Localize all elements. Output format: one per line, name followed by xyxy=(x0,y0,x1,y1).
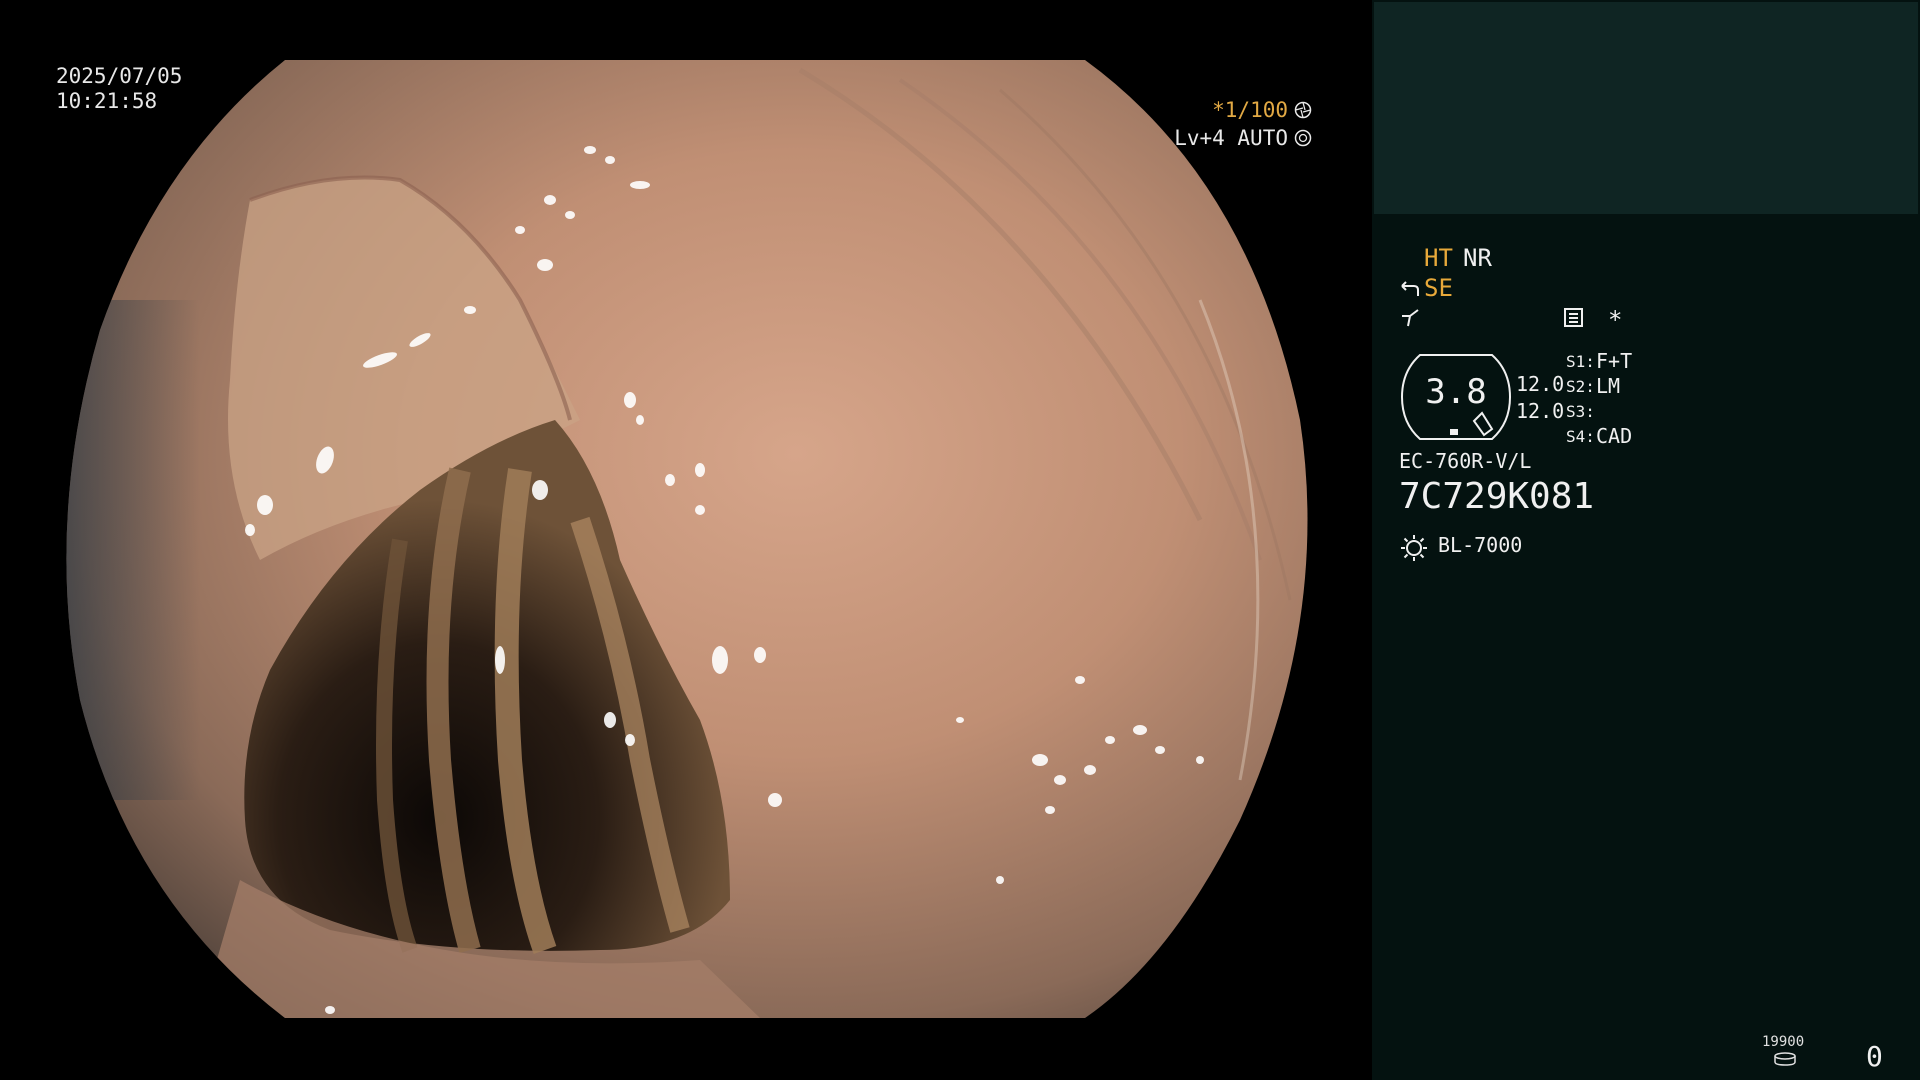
endoscopic-view xyxy=(66,60,1308,1018)
switch-4-value: CAD xyxy=(1596,424,1633,448)
gauge-value: 3.8 xyxy=(1425,372,1487,412)
se-indicator: SE xyxy=(1424,274,1453,302)
switch-1-key: S1: xyxy=(1566,352,1595,371)
switch-4-key: S4: xyxy=(1566,427,1595,446)
list-icon xyxy=(1564,308,1583,327)
shutter-speed-value: *1/100 xyxy=(1212,98,1288,122)
light-source-model: BL-7000 xyxy=(1438,533,1523,557)
brightness-level-indicator: Lv+4 AUTO xyxy=(1174,126,1312,150)
endoscope-image-area: 2025/07/05 10:21:58 *1/100 Lv+4 AUTO xyxy=(0,0,1372,1080)
aperture-icon xyxy=(1294,101,1312,119)
hook-arrow-icon xyxy=(1401,281,1419,296)
capture-count: 0 xyxy=(1866,1040,1883,1073)
star-indicator: * xyxy=(1608,306,1623,334)
info-panel: HT NR SE * 3.8 12.0 12.0 S1: S2: S3: S4:… xyxy=(1372,0,1920,1080)
target-icon xyxy=(1294,129,1312,147)
disk-icon xyxy=(1774,1052,1796,1066)
endoscopy-monitor: 2025/07/05 10:21:58 *1/100 Lv+4 AUTO HT … xyxy=(0,0,1920,1080)
zoom-value-2: 12.0 xyxy=(1516,399,1565,423)
lightning-icon xyxy=(1402,309,1419,327)
exam-date: 2025/07/05 xyxy=(56,64,183,88)
switch-2-key: S2: xyxy=(1566,377,1595,396)
switch-2-value: LM xyxy=(1596,374,1621,398)
switch-1-value: F+T xyxy=(1596,349,1633,373)
scope-model: EC-760R-V/L xyxy=(1399,449,1532,473)
zoom-value-1: 12.0 xyxy=(1516,372,1565,396)
nr-indicator: NR xyxy=(1463,244,1492,272)
sun-icon xyxy=(1401,535,1427,561)
ht-indicator: HT xyxy=(1424,244,1453,272)
switch-3-key: S3: xyxy=(1566,402,1595,421)
storage-remaining: 19900 xyxy=(1762,1034,1805,1050)
exam-time: 10:21:58 xyxy=(56,89,158,113)
brightness-level-value: Lv+4 AUTO xyxy=(1174,126,1288,150)
scope-serial-number: 7C729K081 xyxy=(1399,476,1595,517)
thumbnail-area xyxy=(1374,2,1918,214)
shutter-speed-indicator: *1/100 xyxy=(1212,98,1312,122)
